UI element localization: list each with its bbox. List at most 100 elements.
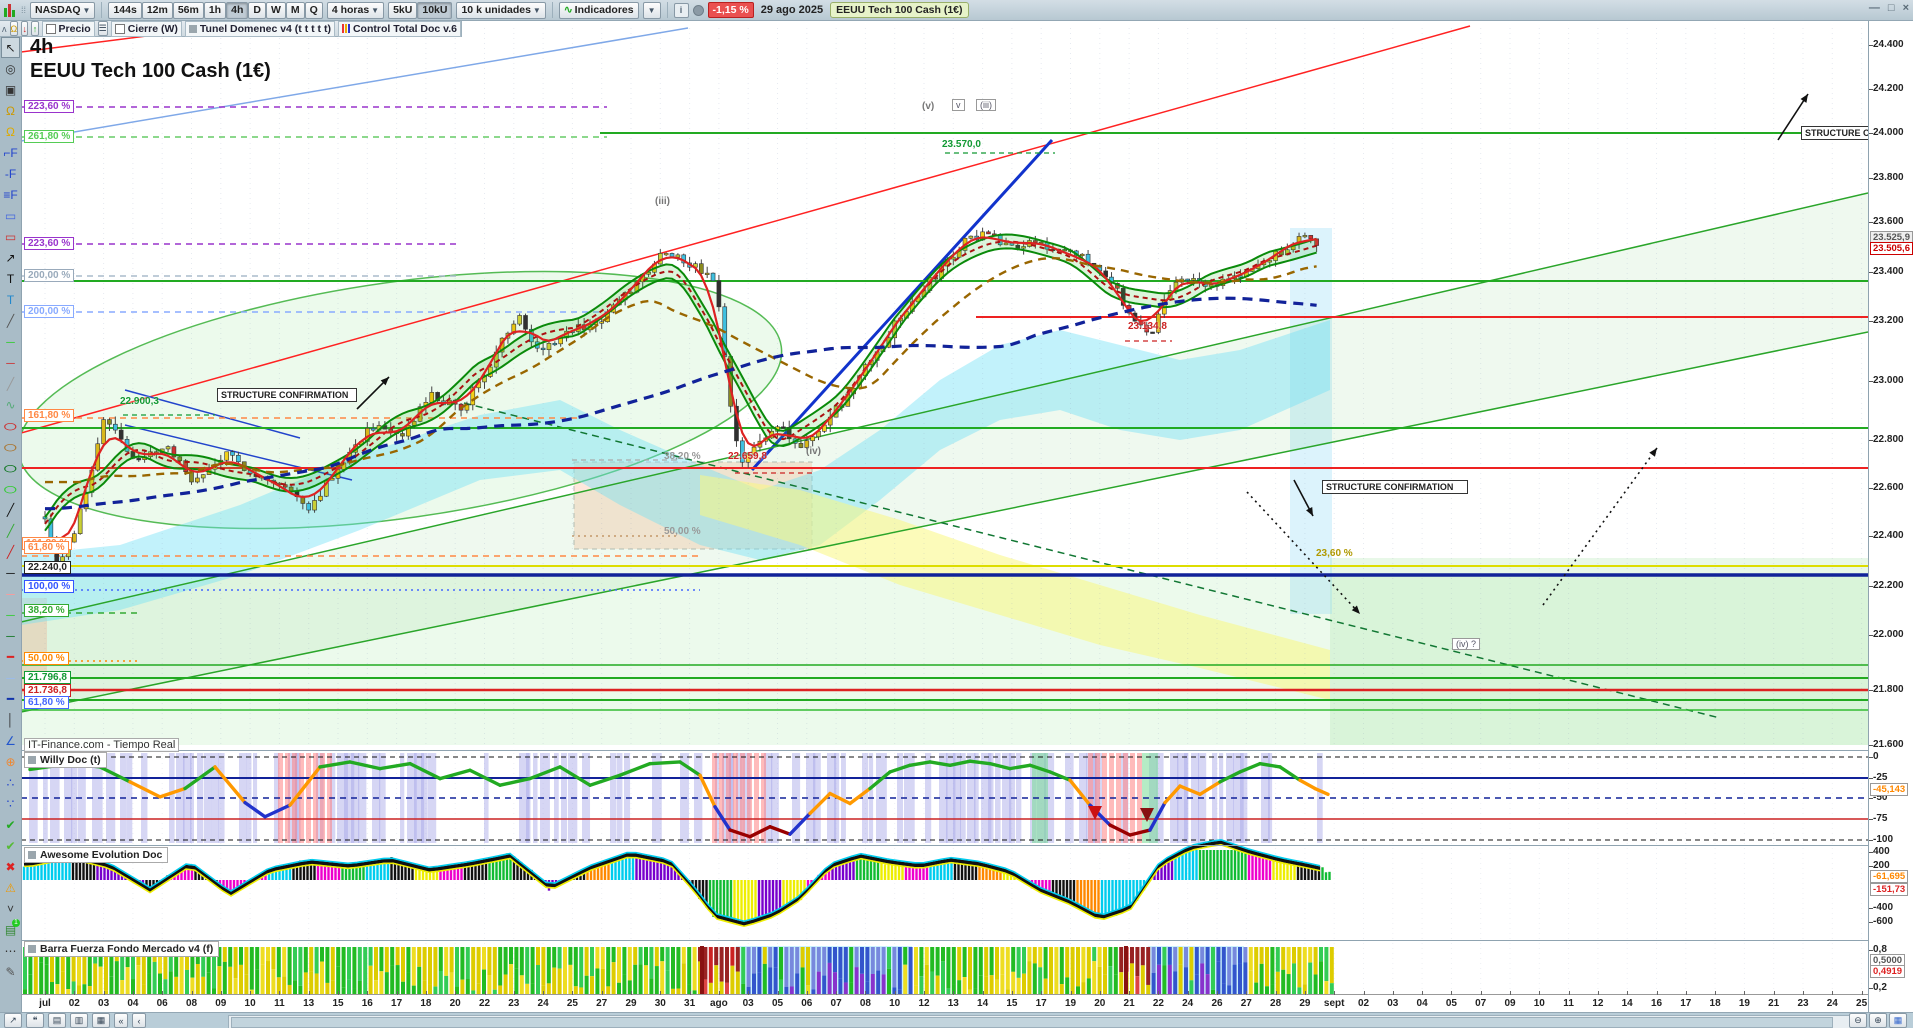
panel-separator[interactable] <box>0 750 1868 751</box>
annotation-text[interactable]: (v) <box>922 101 934 112</box>
hline-pink-tool[interactable]: ─ <box>1 583 20 604</box>
notes-tool[interactable]: ▤ 1 <box>1 919 20 940</box>
hline-red2-tool[interactable]: ━ <box>1 646 20 667</box>
circle-cross-tool[interactable]: ⊕ <box>1 751 20 772</box>
fib-level-label[interactable]: 223,60 % <box>24 100 75 113</box>
rect-red-tool[interactable]: ▭ <box>1 226 20 247</box>
instrument-selector[interactable]: NASDAQ ▼ <box>30 1 96 19</box>
wave-label[interactable]: (iii) <box>976 99 996 111</box>
line-red-tool[interactable]: ╱ <box>1 541 20 562</box>
overlay-precio[interactable]: Precio <box>41 20 95 37</box>
structure-confirmation-label[interactable]: STRUCTURE CONFIRMATION <box>217 388 357 402</box>
zoom-tool[interactable]: ◎ <box>1 58 20 79</box>
wave-label[interactable]: (iv) ? <box>1452 638 1480 650</box>
fib-level-label[interactable]: 21.796,8 <box>24 671 71 684</box>
vline-tool[interactable]: │ <box>1 709 20 730</box>
timeframe-button-D[interactable]: D <box>248 1 266 19</box>
fib-level-label[interactable]: 261,80 % <box>24 130 75 143</box>
angle-tool[interactable]: ∠ <box>1 730 20 751</box>
fib-level-label[interactable]: 50,00 % <box>24 652 69 665</box>
period-selector[interactable]: 4 horas ▼ <box>326 1 385 19</box>
ellipse-dkgreen-tool[interactable]: ◯ <box>1 457 20 478</box>
hline-green-tool[interactable]: ─ <box>1 331 20 352</box>
checkbox-icon[interactable] <box>114 23 125 34</box>
hline-navy-tool[interactable]: ━ <box>1 688 20 709</box>
hline-green2-tool[interactable]: ─ <box>1 604 20 625</box>
units-button-5kU[interactable]: 5kU <box>388 1 418 19</box>
scatter2-tool[interactable]: ∵ <box>1 793 20 814</box>
zoom-out-button[interactable]: ⊖ <box>1849 1013 1867 1028</box>
hline-red-tool[interactable]: ─ <box>1 352 20 373</box>
wave-label[interactable]: v <box>952 99 965 111</box>
collapse-toolbar-icon[interactable]: ᴧ <box>2 24 7 34</box>
fib-levels-tool[interactable]: -F <box>1 163 20 184</box>
annotation-text[interactable]: 38,20 % <box>664 451 701 462</box>
swing-price-label[interactable]: 22.900,3 <box>120 396 159 407</box>
collapse-chevron[interactable]: ˅ <box>1 898 20 919</box>
sell-arrow-icon[interactable]: ↓ <box>21 21 29 36</box>
fib-level-label[interactable]: 200,00 % <box>24 269 75 282</box>
structure-confirmation-label[interactable]: STRUCTURE CONFIRMATION <box>1322 480 1468 494</box>
collapse-icons-button[interactable]: « <box>114 1013 128 1028</box>
timeframe-button-4h[interactable]: 4h <box>226 1 249 19</box>
fib-level-label[interactable]: 100,00 % <box>24 580 75 593</box>
ellipse-red-tool[interactable]: ◯ <box>1 415 20 436</box>
price-axis[interactable]: 24.400 24.200 24.000 23.800 23.600 23.400 23.2… <box>1868 21 1913 1012</box>
timeframe-button-1h[interactable]: 1h <box>203 1 227 19</box>
scrollbar-thumb[interactable] <box>231 1017 1833 1028</box>
units-button-10kU[interactable]: 10kU <box>417 1 453 19</box>
fib-fan-tool[interactable]: ≡F <box>1 184 20 205</box>
swing-price-label[interactable]: 23.134,8 <box>1128 321 1167 332</box>
line-black-tool[interactable]: ╱ <box>1 499 20 520</box>
snapshot-icon[interactable]: ▦ <box>92 1013 110 1028</box>
panel-separator[interactable] <box>0 845 1868 846</box>
info-icon[interactable]: i <box>673 2 689 18</box>
indicators-dropdown[interactable]: ▼ <box>642 1 661 19</box>
overlay-cierre[interactable]: Cierre (W) <box>110 20 182 37</box>
thumbs-up-tool[interactable]: ✔ <box>1 835 20 856</box>
indicators-button[interactable]: ∿ Indicadores <box>558 1 639 19</box>
timeframe-button-Q[interactable]: Q <box>304 1 323 19</box>
text-tool[interactable]: T <box>1 268 20 289</box>
swing-price-label[interactable]: 22.659,8 <box>728 451 767 462</box>
panel-header[interactable]: Barra Fuerza Fondo Mercado v4 (f) <box>24 941 220 957</box>
structure-confirmation-label[interactable]: STRUCTURE CONFIRMATION <box>1801 126 1875 140</box>
fib-level-label[interactable]: 61,80 % <box>24 541 69 554</box>
callout-tool[interactable]: T <box>1 289 20 310</box>
overlay-control[interactable]: Control Total Doc v.6 <box>337 20 461 37</box>
comment-icon[interactable]: ❝ <box>26 1013 44 1028</box>
compare-icon[interactable]: ▥ <box>70 1013 88 1028</box>
line-green-tool[interactable]: ╱ <box>1 520 20 541</box>
timeframe-button-144s[interactable]: 144s <box>108 1 142 19</box>
scatter-tool[interactable]: ∴ <box>1 772 20 793</box>
timeframe-button-56m[interactable]: 56m <box>172 1 204 19</box>
report-icon[interactable]: ▤ <box>48 1013 66 1028</box>
draw-tool[interactable]: ✎ <box>1 961 20 982</box>
hline-dkgreen-tool[interactable]: ─ <box>1 625 20 646</box>
fib-retracement-tool[interactable]: ⌐F <box>1 142 20 163</box>
warning-tool[interactable]: ⚠ <box>1 877 20 898</box>
alert-bell-icon[interactable]: Ω <box>9 21 19 36</box>
fib-level-label[interactable]: 223,60 % <box>24 237 75 250</box>
chart-canvas[interactable] <box>0 0 1913 1028</box>
more-tool[interactable]: ⋯ <box>1 940 20 961</box>
fib-level-label[interactable]: 161,80 % <box>24 409 75 422</box>
annotation-text[interactable]: 23,60 % <box>1316 548 1353 559</box>
swing-price-label[interactable]: 23.570,0 <box>942 139 981 150</box>
fib-level-label[interactable]: 22.240,0 <box>24 561 71 574</box>
segment-tool[interactable]: ╱ <box>1 310 20 331</box>
fib-level-label[interactable]: 200,00 % <box>24 305 75 318</box>
confirm-check-tool[interactable]: ✔ <box>1 814 20 835</box>
maximize-button[interactable]: □ <box>1888 2 1895 14</box>
overlay-tunel[interactable]: Tunel Domenec v4 (t t t t t) <box>184 20 335 37</box>
hline-black-tool[interactable]: ─ <box>1 562 20 583</box>
delete-x-tool[interactable]: ✖ <box>1 856 20 877</box>
axis-settings-button[interactable]: ▦ <box>1889 1013 1907 1028</box>
annotation-text[interactable]: (iv) <box>806 446 821 457</box>
checkbox-icon[interactable] <box>45 23 56 34</box>
timeframe-button-W[interactable]: W <box>265 1 286 19</box>
instrument-badge[interactable]: EEUU Tech 100 Cash (1€) <box>830 2 969 18</box>
arrow-tool[interactable]: ↗ <box>1 247 20 268</box>
close-button[interactable]: × <box>1903 2 1909 14</box>
share-icon[interactable]: ↗ <box>4 1013 22 1028</box>
